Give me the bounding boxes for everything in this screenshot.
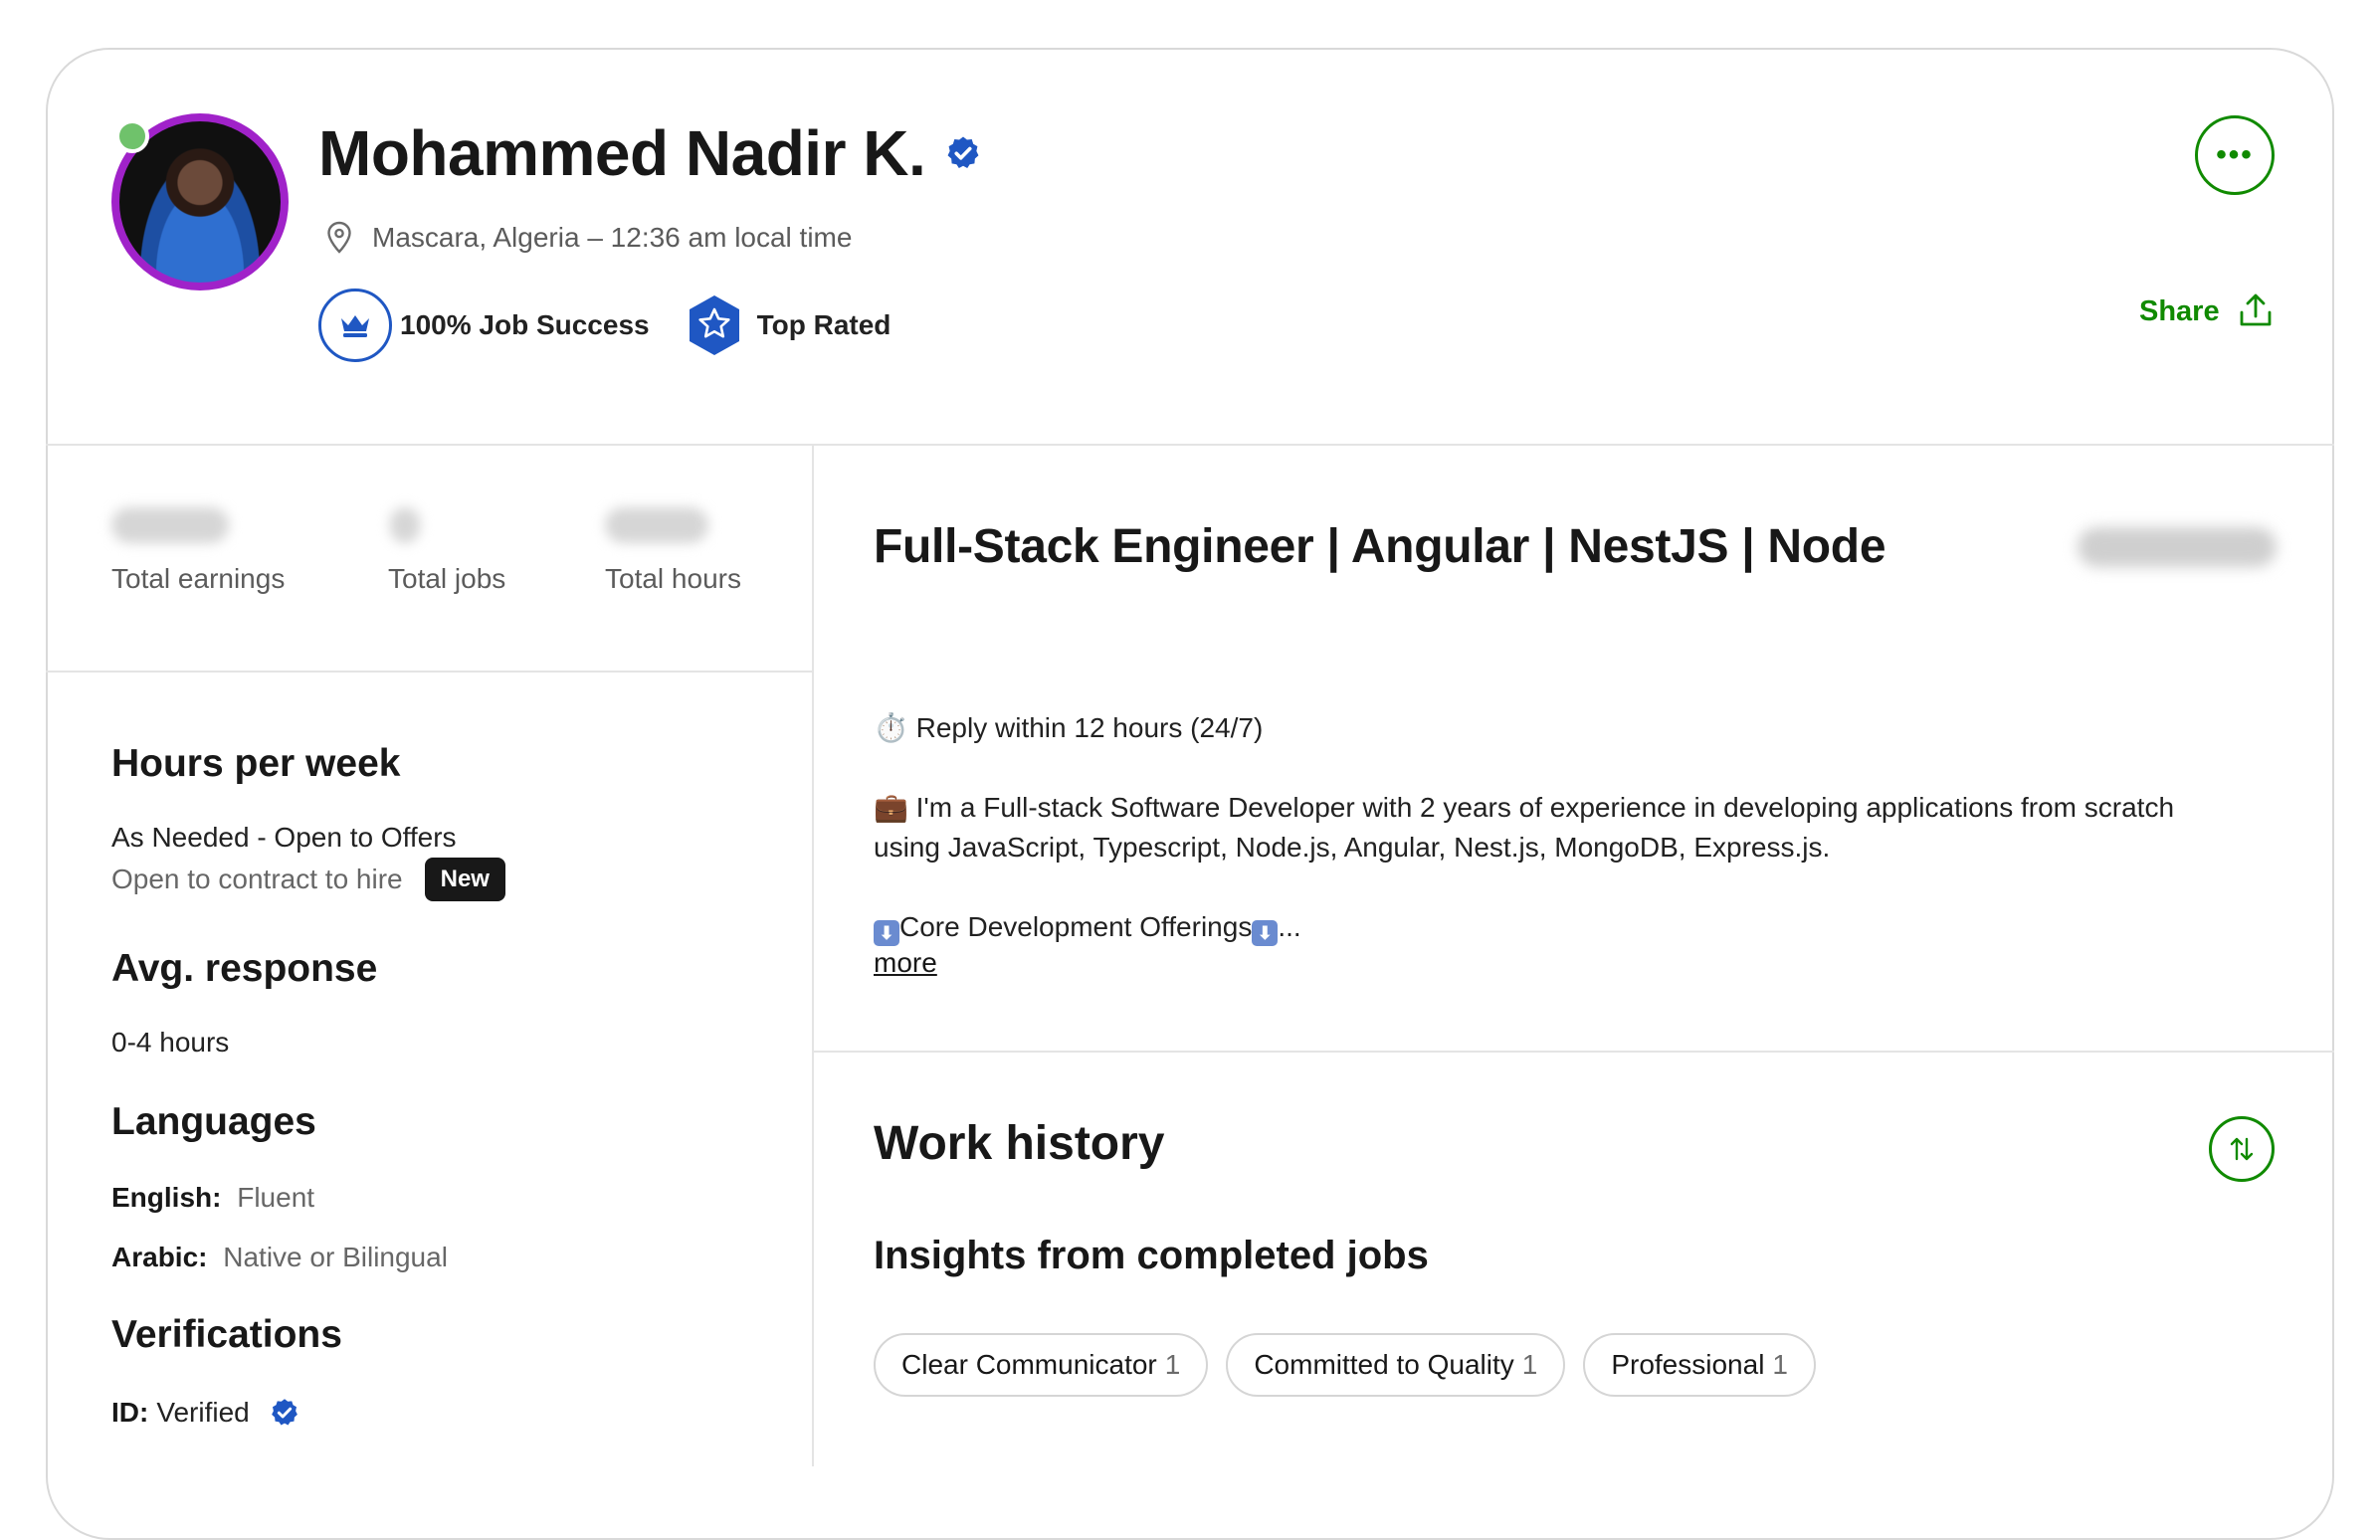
stat-label: Total hours (605, 563, 741, 594)
sort-button[interactable] (2209, 1116, 2275, 1182)
more-link[interactable]: more (874, 947, 937, 979)
contract-to-hire-row: Open to contract to hire New (111, 858, 505, 901)
blurred-hourly-rate (2078, 527, 2277, 567)
profile-name-row: Mohammed Nadir K. (318, 113, 981, 193)
star-badge-icon (689, 295, 739, 355)
column-divider (812, 446, 814, 1466)
location-text: Mascara, Algeria – 12:36 am local time (372, 222, 853, 253)
crown-icon (318, 289, 392, 362)
badges-row: 100% Job Success Top Rated (318, 289, 891, 362)
stats-divider (46, 671, 812, 673)
chip-label: Professional (1611, 1349, 1765, 1380)
avatar[interactable] (111, 113, 289, 290)
share-label: Share (2139, 294, 2220, 327)
overview-divider (814, 1051, 2334, 1053)
verified-icon (271, 1399, 298, 1426)
language-row-arabic: Arabic: Native or Bilingual (111, 1242, 448, 1273)
chip-count: 1 (1164, 1349, 1181, 1380)
stat-label: Total jobs (388, 563, 506, 594)
work-history-heading: Work history (874, 1117, 1165, 1170)
chip-label: Committed to Quality (1254, 1349, 1514, 1380)
down-arrow-emoji-icon: ⬇ (874, 920, 899, 946)
online-status-dot (115, 119, 149, 153)
share-button[interactable]: Share (2139, 292, 2274, 330)
blurred-jobs-value (390, 507, 420, 543)
avg-response-value: 0-4 hours (111, 1027, 230, 1058)
language-name: English: (111, 1182, 222, 1213)
chip-count: 1 (1772, 1349, 1788, 1380)
avg-response-heading: Avg. response (111, 947, 378, 990)
intro-line-2: using JavaScript, Typescript, Node.js, A… (874, 832, 1831, 863)
job-success-label: 100% Job Success (400, 309, 650, 340)
core-offerings-text: Core Development Offerings (899, 911, 1253, 942)
language-row-english: English: Fluent (111, 1182, 314, 1214)
insight-chip[interactable]: Committed to Quality 1 (1226, 1333, 1566, 1397)
more-dots-icon: ••• (2216, 138, 2254, 171)
verified-icon (947, 136, 979, 168)
top-rated-badge[interactable]: Top Rated (686, 293, 892, 357)
stat-label: Total earnings (111, 563, 286, 594)
id-verified-row: ID: Verified (111, 1397, 299, 1429)
location-pin-icon (327, 221, 351, 254)
more-options-button[interactable]: ••• (2195, 115, 2275, 195)
blurred-hours-value (605, 507, 708, 543)
location-row: Mascara, Algeria – 12:36 am local time (326, 221, 852, 255)
stat-total-jobs: Total jobs (388, 507, 505, 595)
stat-total-hours: Total hours (605, 507, 741, 595)
language-level: Fluent (237, 1182, 315, 1213)
intro-line-1: 💼 I'm a Full-stack Software Developer wi… (874, 792, 2175, 823)
profile-title: Full-Stack Engineer | Angular | NestJS |… (874, 520, 1886, 573)
sort-icon (2230, 1137, 2254, 1161)
insights-heading: Insights from completed jobs (874, 1234, 1429, 1277)
contract-to-hire-text: Open to contract to hire (111, 864, 403, 894)
id-label: ID: (111, 1397, 149, 1428)
header-divider (46, 444, 2334, 446)
language-level: Native or Bilingual (223, 1242, 448, 1272)
insight-chip[interactable]: Professional 1 (1583, 1333, 1816, 1397)
stat-total-earnings: Total earnings (111, 507, 285, 595)
chip-label: Clear Communicator (901, 1349, 1157, 1380)
id-value: Verified (156, 1397, 250, 1428)
hours-value: As Needed - Open to Offers (111, 822, 457, 853)
blurred-earnings-value (111, 507, 229, 543)
insight-chip[interactable]: Clear Communicator 1 (874, 1333, 1209, 1397)
verifications-heading: Verifications (111, 1313, 342, 1356)
insight-chips: Clear Communicator 1 Committed to Qualit… (874, 1333, 1816, 1397)
hours-per-week-heading: Hours per week (111, 742, 401, 785)
core-offerings-line: ⬇ Core Development Offerings ⬇... (874, 907, 2267, 947)
language-name: Arabic: (111, 1242, 208, 1272)
top-rated-label: Top Rated (756, 309, 892, 340)
job-success-badge[interactable]: 100% Job Success (318, 289, 650, 362)
ellipsis: ... (1278, 911, 1301, 942)
share-icon (2240, 293, 2272, 326)
new-badge: New (424, 858, 505, 901)
reply-line: ⏱️ Reply within 12 hours (24/7) (874, 712, 1264, 743)
languages-heading: Languages (111, 1100, 316, 1143)
chip-count: 1 (1521, 1349, 1538, 1380)
profile-name: Mohammed Nadir K. (318, 117, 926, 189)
down-arrow-emoji-icon: ⬇ (1252, 920, 1279, 946)
